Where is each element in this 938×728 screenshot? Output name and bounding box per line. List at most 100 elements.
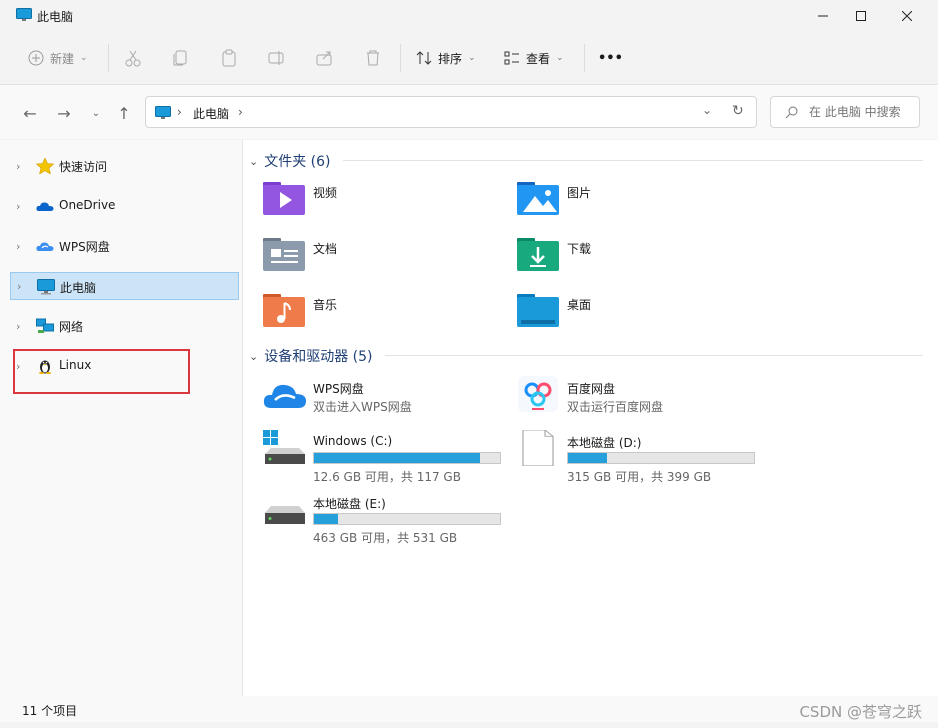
forward-button[interactable]: → xyxy=(54,103,74,123)
sort-button[interactable]: 排序 ⌄ xyxy=(416,46,476,70)
new-label: 新建 xyxy=(50,51,75,66)
drive-usage-bar xyxy=(567,452,755,464)
plus-circle-icon xyxy=(28,50,44,66)
paste-button[interactable] xyxy=(220,46,238,70)
view-button[interactable]: 查看 ⌄ xyxy=(504,46,564,70)
device-description: 双击运行百度网盘 xyxy=(567,400,664,414)
chevron-down-icon: ⌄ xyxy=(91,107,101,119)
device-label: WPS网盘 xyxy=(313,382,364,396)
devices-group-header[interactable]: ⌄ 设备和驱动器 (5) xyxy=(249,346,373,366)
share-icon xyxy=(316,51,332,66)
star-icon xyxy=(36,158,54,174)
sidebar-item-this-pc[interactable]: › 此电脑 xyxy=(10,272,239,300)
hard-drive-icon xyxy=(265,506,305,524)
more-options-button[interactable]: ••• xyxy=(598,46,623,70)
folder-label: 视频 xyxy=(313,186,338,200)
sidebar-item-label: 网络 xyxy=(59,320,84,334)
music-folder-icon xyxy=(263,294,305,327)
sort-icon xyxy=(416,51,432,65)
chevron-right-icon[interactable]: › xyxy=(16,160,20,173)
chevron-right-icon[interactable]: › xyxy=(16,240,20,253)
sidebar-item-quick-access[interactable]: › 快速访问 xyxy=(10,152,239,180)
maximize-button[interactable] xyxy=(838,0,884,32)
divider xyxy=(108,44,109,72)
arrow-left-icon: ← xyxy=(23,103,37,123)
computer-icon xyxy=(37,279,55,295)
sidebar-item-network[interactable]: › 网络 xyxy=(10,312,239,340)
search-box[interactable] xyxy=(770,96,921,128)
folder-label: 音乐 xyxy=(313,298,338,312)
recent-locations-button[interactable]: ⌄ xyxy=(86,103,106,123)
chevron-down-icon: ⌄ xyxy=(468,53,476,63)
blank-drive-icon xyxy=(522,430,554,466)
chevron-right-icon[interactable]: › xyxy=(16,200,20,213)
minimize-icon xyxy=(818,15,828,17)
downloads-folder-icon xyxy=(517,238,559,271)
drive-label: 本地磁盘 (D:) xyxy=(567,436,642,450)
search-icon xyxy=(785,106,798,119)
content-pane: ⌄ 文件夹 (6) 视频 图片 文档 下载 音乐 桌面 ⌄ 设备和驱动器 (5)… xyxy=(243,140,938,696)
red-highlight-annotation xyxy=(13,349,190,394)
command-bar: 新建 ⌄ 排序 ⌄ 查看 ⌄ ••• xyxy=(0,32,938,85)
more-icon: ••• xyxy=(598,50,623,66)
drive-label: 本地磁盘 (E:) xyxy=(313,497,386,511)
devices-group-title: 设备和驱动器 (5) xyxy=(264,349,373,365)
folder-label: 图片 xyxy=(567,186,592,200)
drive-usage-bar xyxy=(313,513,501,525)
address-bar[interactable]: › 此电脑 › ⌄ ↻ xyxy=(145,96,757,128)
cut-button[interactable] xyxy=(124,46,142,70)
chevron-down-icon: ⌄ xyxy=(556,53,564,63)
sidebar-item-label: 此电脑 xyxy=(60,281,97,295)
back-button[interactable]: ← xyxy=(20,103,40,123)
close-icon xyxy=(902,11,912,21)
drive-free-space: 12.6 GB 可用，共 117 GB xyxy=(313,470,461,484)
divider xyxy=(584,44,585,72)
device-description: 双击进入WPS网盘 xyxy=(313,400,412,414)
wps-cloud-icon xyxy=(36,242,54,251)
baidu-netdisk-icon xyxy=(518,376,558,412)
search-input[interactable] xyxy=(807,104,921,120)
navigation-pane: › 快速访问 › OneDrive › WPS网盘 › 此电脑 › 网络 › L… xyxy=(0,140,243,696)
breadcrumb-this-pc[interactable]: 此电脑 xyxy=(193,105,229,122)
arrow-up-icon: ↑ xyxy=(117,103,131,123)
chevron-right-icon[interactable]: › xyxy=(16,320,20,333)
chevron-down-icon: ⌄ xyxy=(80,53,88,63)
trash-icon xyxy=(367,50,379,66)
rename-button[interactable] xyxy=(268,46,286,70)
computer-icon xyxy=(16,8,32,21)
drive-usage-fill xyxy=(314,453,480,463)
breadcrumb-chevron-icon[interactable]: › xyxy=(238,105,243,119)
folders-group-header[interactable]: ⌄ 文件夹 (6) xyxy=(249,151,331,171)
drive-usage-fill xyxy=(314,514,338,524)
view-label: 查看 xyxy=(526,51,551,66)
cloud-icon xyxy=(36,202,54,211)
copy-icon xyxy=(173,50,187,66)
share-button[interactable] xyxy=(316,46,334,70)
up-button[interactable]: ↑ xyxy=(114,103,134,123)
folder-label: 文档 xyxy=(313,242,338,256)
network-icon xyxy=(36,318,54,333)
divider xyxy=(343,160,923,161)
window-title: 此电脑 xyxy=(37,10,74,24)
title-bar: 此电脑 xyxy=(0,0,938,32)
copy-button[interactable] xyxy=(172,46,190,70)
delete-button[interactable] xyxy=(364,46,382,70)
pictures-folder-icon xyxy=(517,182,559,215)
sidebar-item-wps[interactable]: › WPS网盘 xyxy=(10,232,239,260)
scissors-icon xyxy=(125,50,141,67)
sidebar-item-label: OneDrive xyxy=(59,198,116,212)
sidebar-item-onedrive[interactable]: › OneDrive xyxy=(10,192,239,220)
chevron-down-icon: ⌄ xyxy=(249,349,259,363)
drive-label: Windows (C:) xyxy=(313,434,393,448)
videos-folder-icon xyxy=(263,182,305,215)
sort-label: 排序 xyxy=(438,51,463,66)
computer-icon xyxy=(155,106,171,119)
address-dropdown-icon[interactable]: ⌄ xyxy=(702,103,712,117)
watermark-text: CSDN @苍穹之跃 xyxy=(799,703,922,721)
chevron-right-icon[interactable]: › xyxy=(17,280,21,293)
new-button[interactable]: 新建 ⌄ xyxy=(28,46,88,70)
refresh-icon[interactable]: ↻ xyxy=(732,103,744,119)
sidebar-item-label: WPS网盘 xyxy=(59,240,110,254)
close-button[interactable] xyxy=(884,0,930,32)
folder-label: 桌面 xyxy=(567,298,592,312)
